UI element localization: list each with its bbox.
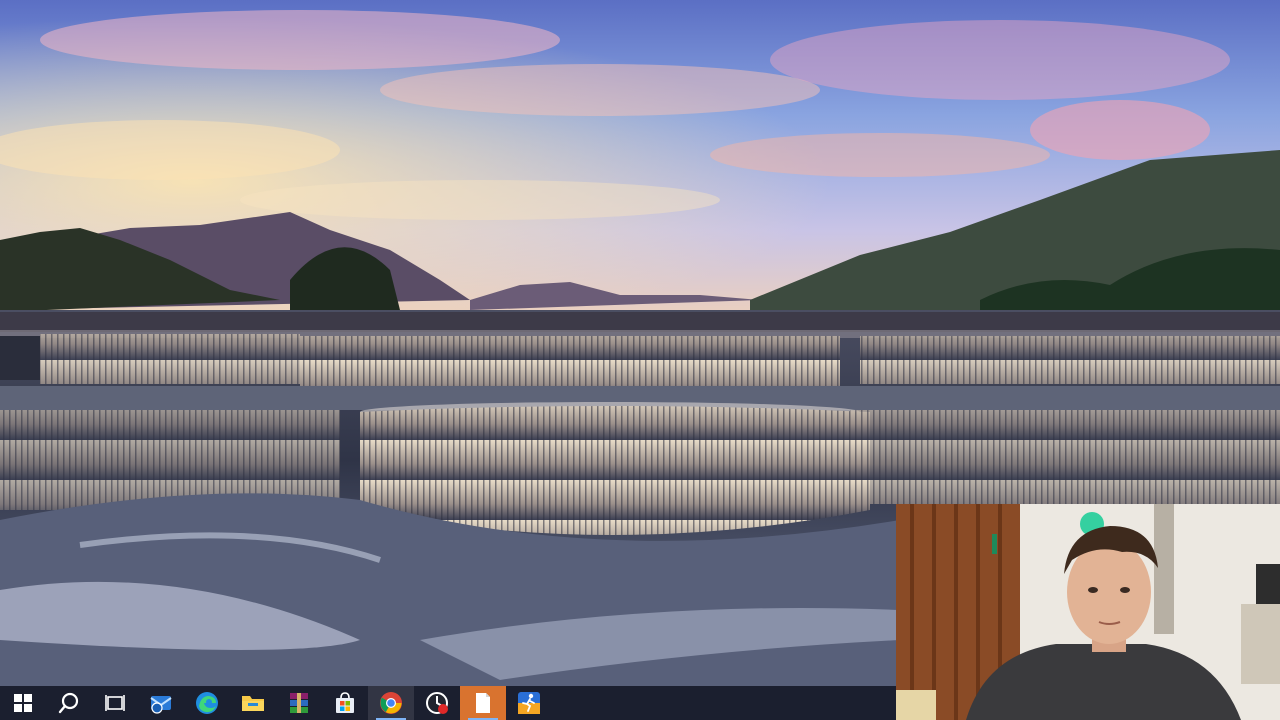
taskbar-mail[interactable] [138, 686, 184, 720]
edge-browser-icon [195, 691, 219, 715]
taskbar [0, 686, 896, 720]
taskbar-winrar[interactable] [276, 686, 322, 720]
winrar-icon [288, 691, 310, 715]
mail-icon [149, 692, 173, 714]
task-view-button[interactable] [92, 686, 138, 720]
taskbar-document[interactable] [460, 686, 506, 720]
folder-icon [241, 693, 265, 713]
taskbar-screen-recorder[interactable] [414, 686, 460, 720]
screen-recorder-icon [425, 691, 449, 715]
task-view-icon [105, 694, 125, 712]
runner-app-icon [517, 691, 541, 715]
document-icon [474, 692, 492, 714]
store-icon [334, 692, 356, 714]
search-icon [58, 692, 80, 714]
taskbar-runner-app[interactable] [506, 686, 552, 720]
chrome-icon [379, 691, 403, 715]
windows-logo-icon [14, 694, 32, 712]
taskbar-file-explorer[interactable] [230, 686, 276, 720]
webcam-feed [896, 504, 1280, 720]
start-button[interactable] [0, 686, 46, 720]
search-button[interactable] [46, 686, 92, 720]
taskbar-edge[interactable] [184, 686, 230, 720]
webcam-overlay [896, 504, 1280, 720]
taskbar-chrome[interactable] [368, 686, 414, 720]
taskbar-store[interactable] [322, 686, 368, 720]
